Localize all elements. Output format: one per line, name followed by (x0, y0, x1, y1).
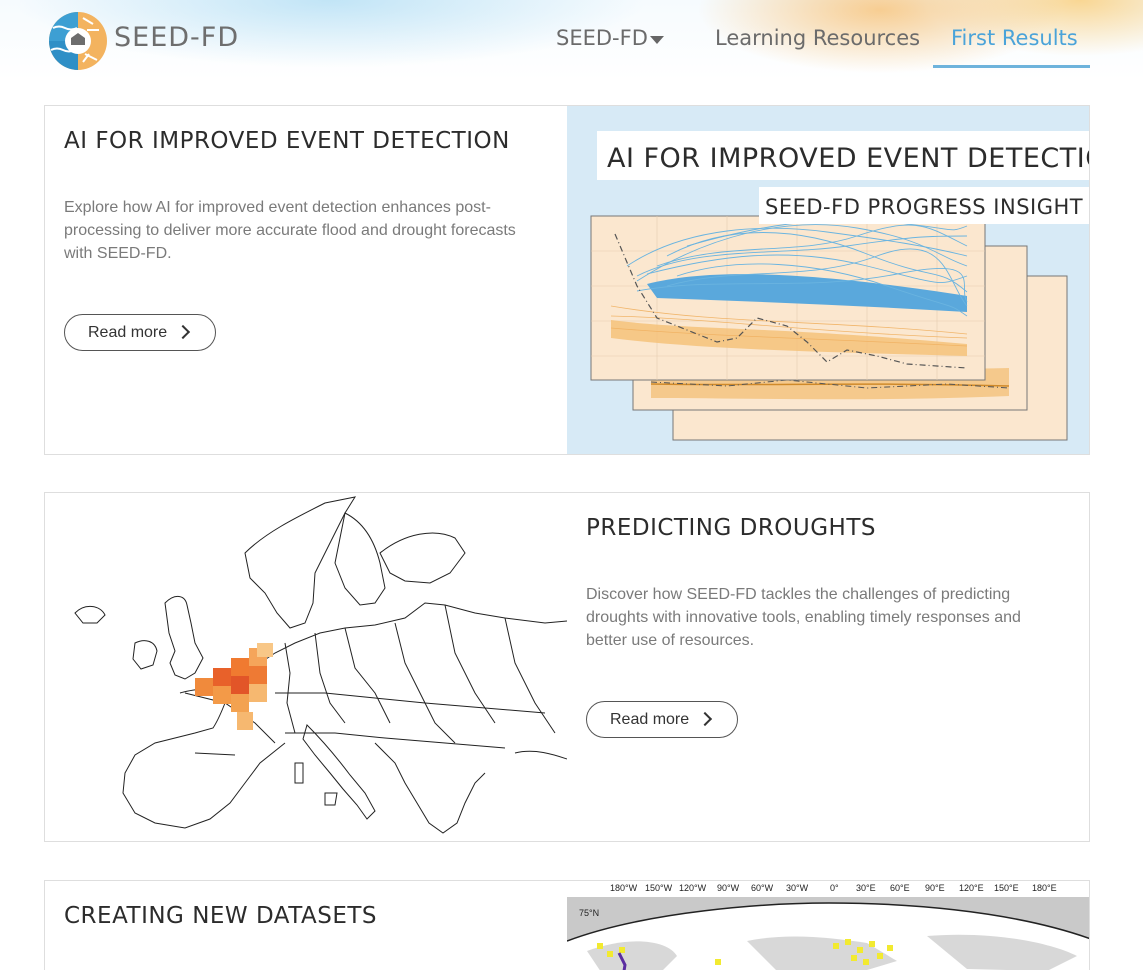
card-text: PREDICTING DROUGHTS Discover how SEED-FD… (567, 493, 1089, 841)
event-detection-image[interactable]: AI FOR IMPROVED EVENT DETECTION SEED-FD … (567, 106, 1090, 454)
lon-label: 30°W (786, 883, 809, 893)
lon-label: 90°W (717, 883, 740, 893)
banner-title: AI FOR IMPROVED EVENT DETECTION (607, 143, 1090, 174)
chevron-right-icon (175, 324, 191, 340)
lon-label: 180°W (610, 883, 638, 893)
lon-label: 150°E (994, 883, 1019, 893)
ensemble-forecast-graphic: AI FOR IMPROVED EVENT DETECTION SEED-FD … (590, 131, 1090, 441)
card-text: CREATING NEW DATASETS (45, 881, 567, 970)
chevron-down-icon[interactable] (650, 36, 664, 44)
lon-label: 60°W (751, 883, 774, 893)
longitude-labels: 180°W 150°W 120°W 90°W 60°W 30°W 0° 30°E… (567, 881, 1089, 897)
lat-label: 75°N (579, 908, 600, 918)
result-card-droughts: PREDICTING DROUGHTS Discover how SEED-FD… (44, 492, 1090, 842)
lon-label: 60°E (890, 883, 910, 893)
card-description: Discover how SEED-FD tackles the challen… (586, 586, 1021, 649)
site-header: SEED-FD SEED-FD Learning Resources First… (0, 0, 1143, 80)
lon-label: 90°E (925, 883, 945, 893)
brand-name[interactable]: SEED-FD (114, 22, 239, 53)
lon-label: 150°W (645, 883, 673, 893)
card-description: Explore how AI for improved event detect… (64, 199, 516, 262)
card-title: CREATING NEW DATASETS (64, 903, 378, 929)
lon-label: 0° (830, 883, 839, 893)
banner-subtitle: SEED-FD PROGRESS INSIGHT (765, 195, 1083, 219)
card-title: PREDICTING DROUGHTS (586, 515, 877, 541)
result-card-datasets: CREATING NEW DATASETS 180°W 150°W 120°W … (44, 880, 1090, 970)
result-card-event-detection: AI FOR IMPROVED EVENT DETECTION Explore … (44, 105, 1090, 455)
nav-learning-resources[interactable]: Learning Resources (715, 26, 920, 50)
read-more-label: Read more (88, 324, 168, 341)
nav-seedfd[interactable]: SEED-FD (556, 26, 648, 50)
europe-drought-map[interactable] (45, 493, 569, 841)
global-dataset-map[interactable]: 180°W 150°W 120°W 90°W 60°W 30°W 0° 30°E… (567, 881, 1089, 970)
active-nav-indicator (933, 65, 1090, 68)
read-more-button[interactable]: Read more (586, 701, 738, 738)
seed-fd-logo[interactable] (47, 10, 109, 72)
lon-label: 180°E (1032, 883, 1057, 893)
chevron-right-icon (697, 711, 713, 727)
lon-label: 120°E (959, 883, 984, 893)
nav-first-results[interactable]: First Results (951, 26, 1078, 50)
read-more-label: Read more (610, 711, 690, 728)
lon-label: 120°W (679, 883, 707, 893)
drought-hotspot (195, 643, 273, 730)
card-title: AI FOR IMPROVED EVENT DETECTION (64, 128, 510, 154)
card-text: AI FOR IMPROVED EVENT DETECTION Explore … (45, 106, 567, 454)
read-more-button[interactable]: Read more (64, 314, 216, 351)
lon-label: 30°E (856, 883, 876, 893)
europe-map-graphic (74, 496, 568, 834)
